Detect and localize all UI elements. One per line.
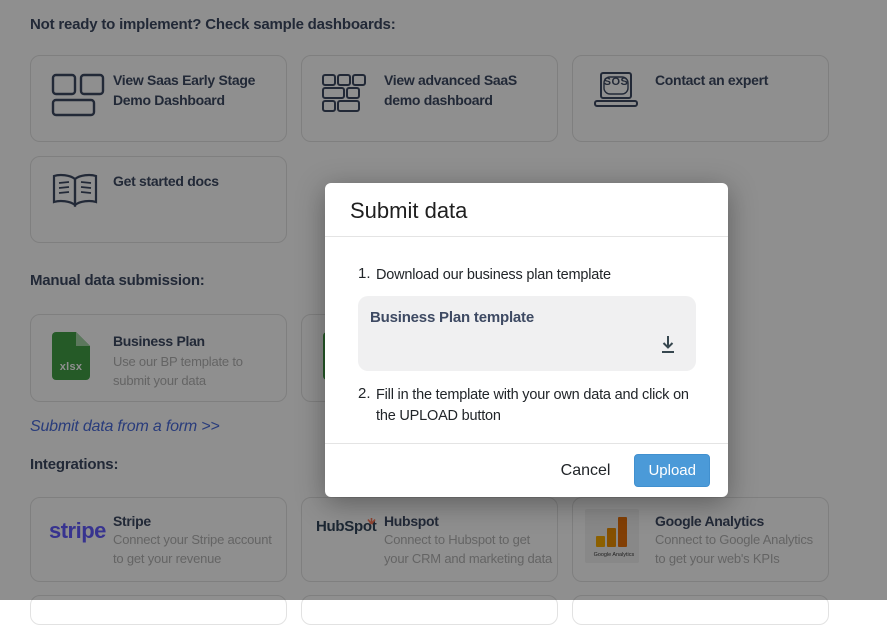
step-1-text: Download our business plan template [376,267,611,283]
step-1: 1. Download our business plan template [358,265,704,286]
upload-button[interactable]: Upload [634,454,710,487]
modal-footer: Cancel Upload [325,443,728,497]
cancel-button[interactable]: Cancel [559,458,613,484]
step-2-text: Fill in the template with your own data … [376,387,689,425]
submit-data-modal: Submit data 1. Download our business pla… [325,183,728,497]
modal-body: 1. Download our business plan template B… [325,237,728,427]
download-icon[interactable] [660,335,676,359]
business-plan-template-item[interactable]: Business Plan template [358,296,696,372]
step-2-number: 2. [358,385,371,403]
modal-title: Submit data [350,198,468,223]
modal-header: Submit data [325,183,728,237]
step-2: 2. Fill in the template with your own da… [358,385,704,427]
step-1-number: 1. [358,265,371,282]
download-box-label: Business Plan template [370,309,534,327]
